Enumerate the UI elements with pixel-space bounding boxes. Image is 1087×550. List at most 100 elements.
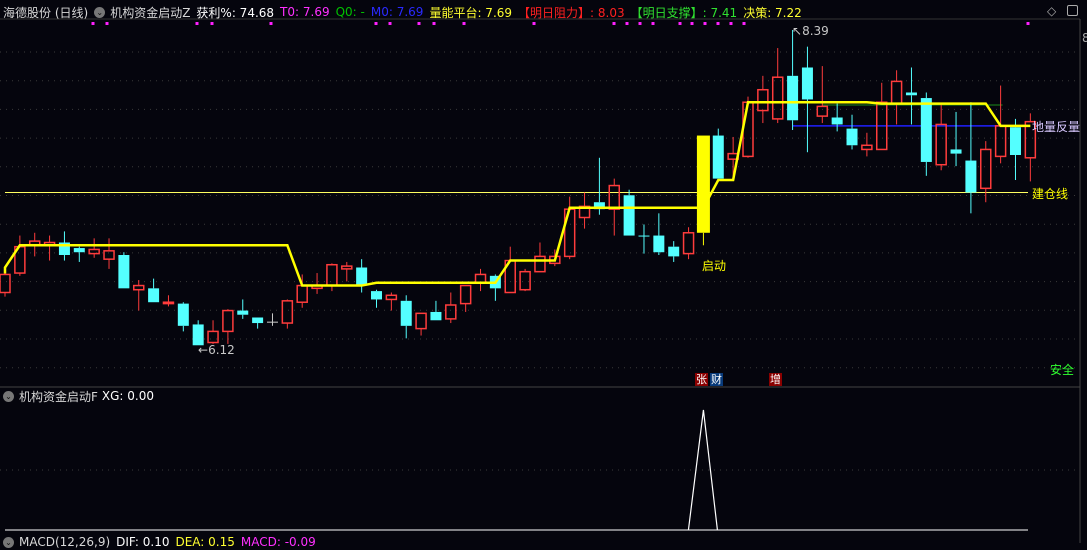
low-price-label: ←6.12 — [198, 343, 235, 357]
candle-body — [400, 300, 412, 326]
panel-toggle-icon[interactable] — [1067, 5, 1078, 16]
candle-body — [207, 330, 219, 344]
candle-body — [252, 317, 264, 324]
candle-body — [771, 76, 784, 120]
candle-body — [103, 250, 115, 260]
candle-body — [162, 301, 175, 305]
candle-body — [266, 321, 278, 323]
candle-body — [0, 273, 11, 294]
axis-partial-label: 8 — [1082, 31, 1087, 45]
signal-dot — [195, 22, 199, 25]
signal-dot — [91, 22, 95, 25]
candle-body — [950, 149, 962, 154]
candle-body — [534, 255, 546, 273]
candle-body — [281, 300, 294, 324]
signal-dot — [432, 22, 436, 25]
signal-dot — [462, 22, 466, 25]
resistance-value: 【明日阻力】: 8.03 — [518, 5, 625, 20]
candle-body — [326, 263, 338, 287]
start-label: 启动 — [702, 259, 727, 273]
lower-panel-header: ⌄ 机构资金启动F XG: 0.00 — [3, 388, 160, 404]
macd-title[interactable]: MACD(12,26,9) — [19, 535, 110, 549]
xg-value: XG: 0.00 — [101, 389, 155, 403]
candle-body — [846, 128, 858, 146]
candle-body — [831, 117, 843, 125]
chevron-down-icon[interactable]: ⌄ — [3, 390, 14, 402]
lower-panel-title[interactable]: 机构资金启动F — [19, 388, 98, 405]
candle-body — [668, 246, 680, 257]
signal-dot — [388, 22, 392, 25]
tag-zhang: 张 — [695, 373, 708, 386]
signal-dot — [716, 22, 720, 25]
signal-dot — [625, 22, 629, 25]
candle-body — [787, 75, 799, 121]
candle-body — [742, 101, 754, 158]
diamond-icon[interactable]: ◇ — [1047, 4, 1056, 18]
dea-value: DEA: 0.15 — [175, 535, 235, 549]
candle-body — [73, 248, 85, 253]
support-value: 【明日支撑】: 7.41 — [630, 5, 738, 20]
candle-body — [88, 248, 100, 255]
candle-body — [696, 135, 710, 233]
tag-zeng: 增 — [769, 373, 782, 386]
candle-body — [608, 184, 621, 210]
signal-dot — [729, 22, 733, 25]
candle-body — [519, 270, 531, 291]
signal-dot — [269, 22, 273, 25]
signal-dot — [742, 22, 746, 25]
candle-body — [222, 309, 234, 333]
candle-body — [935, 123, 947, 166]
profit-value: 获利%: 74.68 — [196, 5, 275, 20]
signal-dot — [105, 22, 109, 25]
candle-body — [653, 235, 665, 253]
signal-dot — [1026, 22, 1030, 25]
signal-dot — [690, 22, 694, 25]
q0-value: Q0: - — [335, 5, 365, 19]
signal-dot — [651, 22, 655, 25]
macd-value: MACD: -0.09 — [240, 535, 316, 549]
m0-value: M0: 7.69 — [370, 5, 424, 19]
indicator-name[interactable]: 机构资金启动Z — [110, 4, 190, 21]
t0-value: T0: 7.69 — [280, 5, 330, 19]
signal-dot — [638, 22, 642, 25]
decision-value: 决策: 7.22 — [743, 5, 802, 20]
signal-dot — [678, 22, 682, 25]
candle-body — [296, 284, 308, 303]
candle-body — [371, 291, 382, 300]
candle-body — [459, 284, 472, 305]
candle-body — [445, 304, 457, 320]
high-price-label: ↖8.39 — [792, 24, 829, 38]
signal-dot — [210, 22, 214, 25]
chevron-down-icon[interactable]: ⌄ — [3, 536, 14, 548]
candle-body — [341, 265, 353, 270]
dif-value: DIF: 0.10 — [116, 535, 170, 549]
build-line-label: 建仓线 — [1032, 187, 1069, 201]
candle-body — [132, 284, 145, 291]
signal-dot — [703, 22, 707, 25]
candle-body — [816, 105, 829, 117]
signal-dot — [417, 22, 421, 25]
candle-body — [638, 235, 650, 237]
candle-body — [920, 98, 932, 162]
tag-cai: 财 — [710, 373, 723, 386]
volume-platform-value: 量能平台: 7.69 — [429, 5, 513, 20]
high-price-value: 8.39 — [802, 24, 829, 38]
stock-name[interactable]: 海德股份 (日线) — [3, 4, 88, 21]
candle-body — [801, 67, 813, 100]
candle-body — [623, 195, 635, 236]
candle-body — [994, 125, 1007, 158]
candle-body — [905, 92, 917, 96]
candle-body — [861, 144, 873, 151]
price-chart — [0, 18, 1081, 543]
safe-label: 安全 — [1050, 363, 1075, 377]
candle-body — [712, 135, 724, 179]
chevron-down-icon[interactable]: ⌄ — [94, 6, 106, 18]
signal-dot — [532, 22, 536, 25]
candle-body — [415, 312, 427, 330]
candle-body — [177, 303, 189, 326]
candle-body — [237, 310, 249, 315]
candle-body — [980, 148, 992, 190]
signal-dot — [612, 22, 616, 25]
low-price-value: 6.12 — [208, 343, 235, 357]
macd-panel-header: ⌄ MACD(12,26,9) DIF: 0.10 DEA: 0.15 MACD… — [3, 534, 322, 550]
